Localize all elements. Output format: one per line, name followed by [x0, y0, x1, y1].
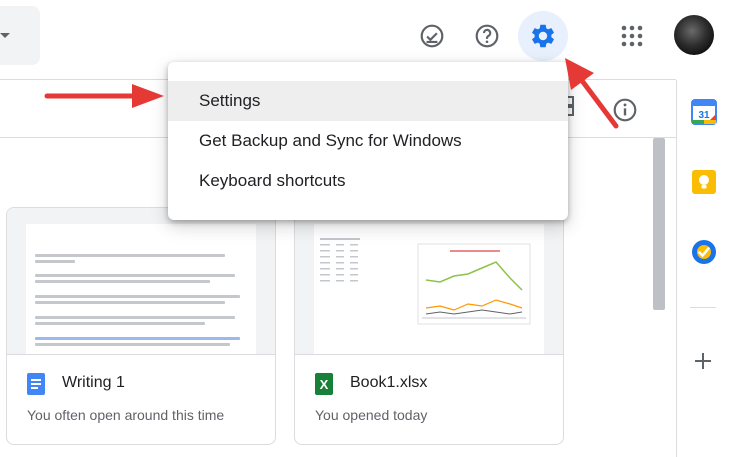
annotation-arrows [44, 58, 619, 129]
annotation-arrow-to-gear [565, 58, 619, 129]
annotation-arrow-to-settings [44, 84, 164, 108]
